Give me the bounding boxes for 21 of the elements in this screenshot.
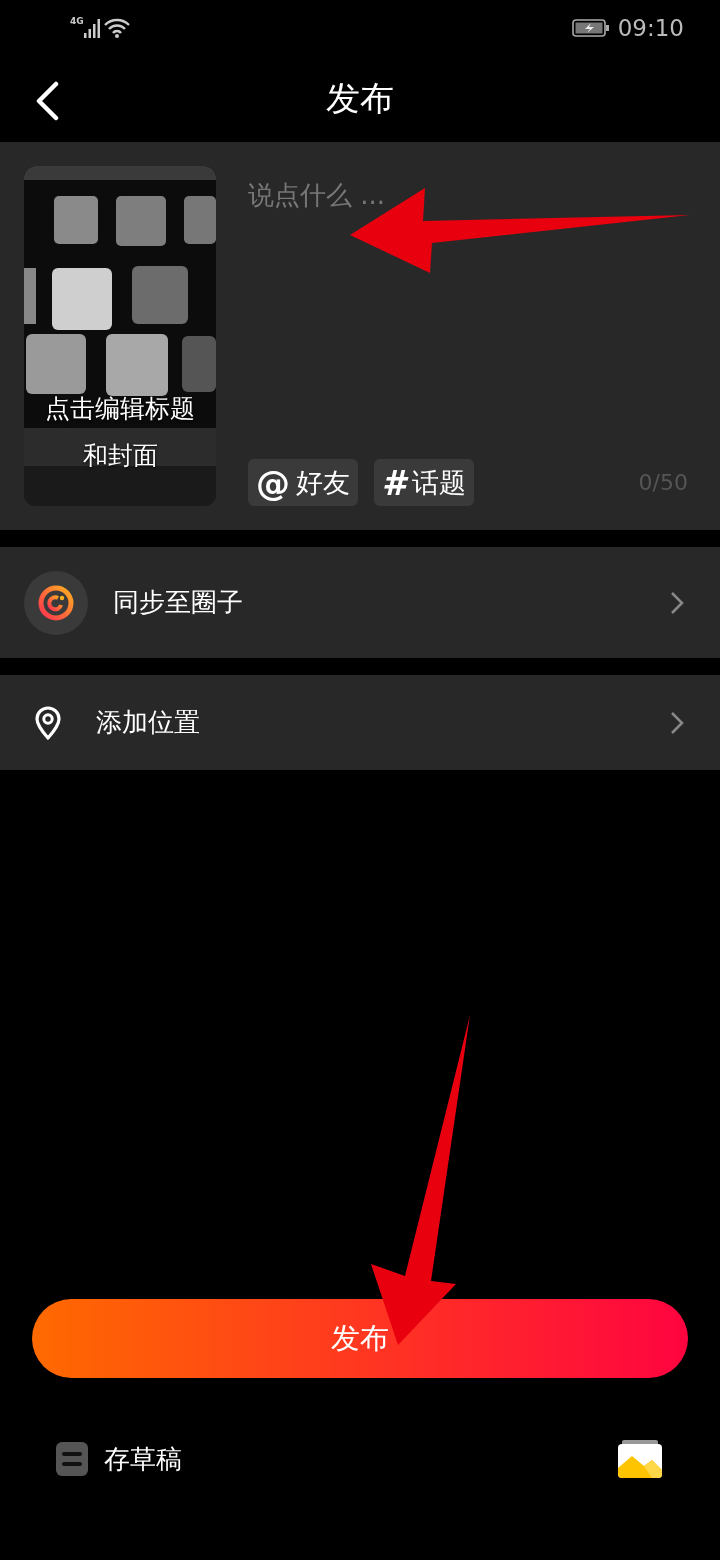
cover-caption[interactable]: 和封面	[82, 439, 158, 472]
location-pin-icon	[34, 705, 62, 740]
mention-chip[interactable]: @ 好友	[248, 459, 358, 506]
page-title: 发布	[326, 76, 394, 120]
signal-icon	[83, 16, 100, 39]
topic-chip[interactable]: # 话题	[374, 459, 474, 506]
add-location-row[interactable]: 添加位置	[0, 675, 720, 770]
clock-time: 09:10	[617, 14, 684, 41]
battery-icon	[571, 17, 610, 38]
gallery-icon[interactable]	[618, 1440, 662, 1478]
sync-circle-row[interactable]: 同步至圈子	[0, 547, 720, 658]
wifi-icon	[103, 16, 130, 39]
back-icon[interactable]	[34, 81, 60, 121]
publish-button[interactable]: 发布	[32, 1299, 688, 1378]
chevron-right-icon	[670, 710, 684, 735]
network-label: 4G	[70, 16, 84, 26]
save-draft-button[interactable]: 存草稿	[104, 1441, 182, 1477]
caption-input[interactable]: 说点什么 ...	[248, 180, 688, 210]
chevron-right-icon	[670, 590, 684, 615]
draft-icon	[56, 1442, 88, 1476]
cover-caption[interactable]: 点击编辑标题	[45, 392, 195, 425]
